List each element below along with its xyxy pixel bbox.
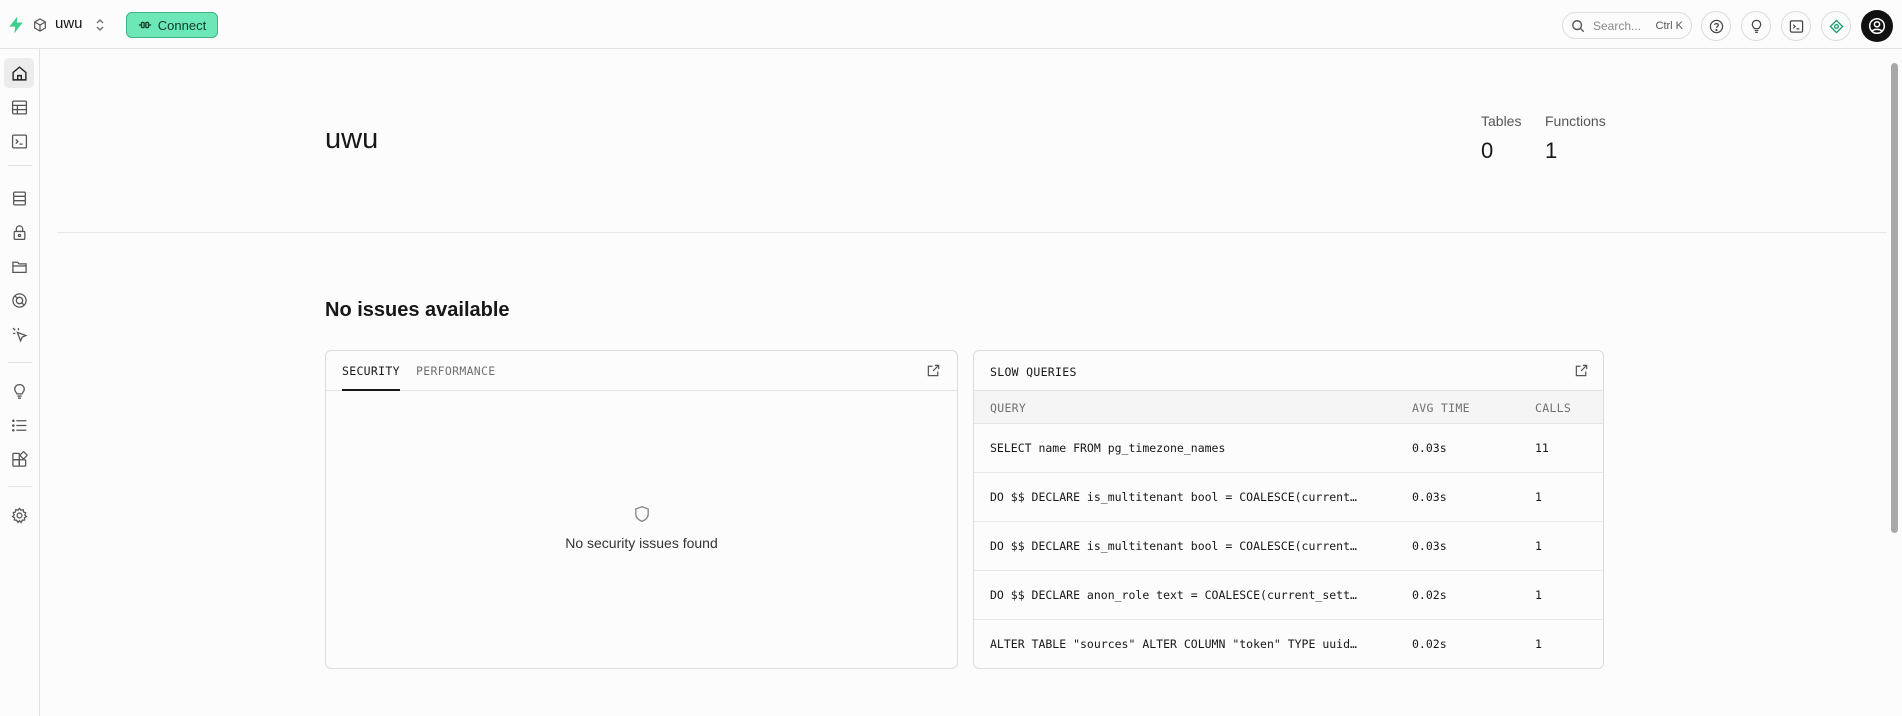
calls-cell: 1: [1535, 490, 1542, 504]
page-title: uwu: [325, 123, 379, 155]
lightbulb-icon: [1751, 19, 1761, 33]
whats-new-button[interactable]: [1741, 11, 1771, 41]
stat-functions: Functions 1: [1545, 113, 1606, 164]
slow-queries-card: SLOW QUERIES QUERY AVG TIME CALLS SELECT…: [973, 350, 1604, 669]
issues-heading: No issues available: [325, 299, 510, 321]
query-cell: SELECT name FROM pg_timezone_names: [990, 441, 1226, 455]
sidebar-item-database[interactable]: [4, 183, 34, 213]
cursor-icon: [12, 327, 28, 343]
divider: [57, 232, 1887, 233]
sidebar-item-home[interactable]: [4, 58, 34, 88]
column-header-calls: CALLS: [1535, 401, 1572, 415]
top-bar: uwu Connect Search... Ctrl K: [0, 0, 1902, 49]
terminal-icon: [1789, 19, 1803, 33]
calls-cell: 1: [1535, 637, 1542, 651]
avg-time-cell: 0.02s: [1412, 637, 1447, 651]
slow-queries-header: SLOW QUERIES: [974, 351, 1603, 391]
slow-queries-title: SLOW QUERIES: [990, 365, 1077, 379]
search-placeholder: Search...: [1593, 18, 1642, 33]
list-icon: [11, 418, 26, 432]
stat-value: 0: [1481, 138, 1494, 163]
connect-label: Connect: [157, 17, 207, 33]
stat-tables: Tables 0: [1481, 113, 1521, 164]
chevron-updown-icon[interactable]: [93, 16, 107, 34]
sidebar: [0, 49, 40, 716]
empty-message: No security issues found: [565, 535, 718, 551]
terminal-icon: [11, 133, 27, 149]
avg-time-cell: 0.03s: [1412, 441, 1447, 455]
cube-icon: [34, 18, 46, 32]
blocks-icon: [11, 450, 28, 467]
sidebar-item-sql-editor[interactable]: [4, 126, 34, 156]
avg-time-cell: 0.02s: [1412, 588, 1447, 602]
external-link-icon[interactable]: [1574, 363, 1589, 378]
stat-label: Tables: [1481, 113, 1522, 129]
calls-cell: 1: [1535, 588, 1542, 602]
search-shortcut: Ctrl K: [1655, 19, 1684, 32]
terminal-button[interactable]: [1781, 11, 1811, 41]
sidebar-item-edge-functions[interactable]: [4, 319, 34, 349]
project-name[interactable]: uwu: [55, 15, 83, 32]
connect-button[interactable]: Connect: [126, 12, 218, 38]
assistant-icon: [1828, 18, 1844, 34]
table-row[interactable]: DO $$ DECLARE anon_role text = COALESCE(…: [974, 571, 1603, 620]
user-avatar-icon: [1868, 17, 1886, 35]
active-tab-indicator: [342, 389, 400, 391]
external-link-icon[interactable]: [926, 363, 941, 378]
sidebar-item-table-editor[interactable]: [4, 92, 34, 122]
table-row[interactable]: ALTER TABLE "sources" ALTER COLUMN "toke…: [974, 620, 1603, 668]
sidebar-item-storage[interactable]: [4, 251, 34, 281]
query-cell: DO $$ DECLARE anon_role text = COALESCE(…: [990, 588, 1357, 602]
shield-icon: [634, 505, 649, 523]
main-content: uwu Tables 0 Functions 1 No issues avail…: [41, 49, 1887, 716]
assistant-button[interactable]: [1821, 11, 1851, 41]
plug-icon: [138, 21, 151, 29]
storage-icon: [11, 261, 27, 273]
home-icon: [11, 65, 27, 81]
query-cell: DO $$ DECLARE is_multitenant bool = COAL…: [990, 490, 1357, 504]
empty-state: No security issues found: [326, 505, 957, 551]
sidebar-item-advisors[interactable]: [4, 376, 34, 406]
avg-time-cell: 0.03s: [1412, 490, 1447, 504]
realtime-icon: [11, 292, 27, 308]
sidebar-item-realtime[interactable]: [4, 285, 34, 315]
help-icon: [1709, 19, 1723, 33]
vertical-scrollbar[interactable]: [1891, 63, 1898, 533]
sidebar-item-integrations[interactable]: [4, 444, 34, 474]
search-icon: [1572, 19, 1585, 32]
advisors-card: SECURITY PERFORMANCE No security issues …: [325, 350, 958, 669]
bolt-logo-icon[interactable]: [6, 15, 26, 35]
calls-cell: 1: [1535, 539, 1542, 553]
column-header-query: QUERY: [990, 401, 1027, 415]
tab-performance[interactable]: PERFORMANCE: [416, 364, 495, 378]
table-row[interactable]: DO $$ DECLARE is_multitenant bool = COAL…: [974, 473, 1603, 522]
help-button[interactable]: [1701, 11, 1731, 41]
avatar[interactable]: [1861, 10, 1893, 42]
tab-security[interactable]: SECURITY: [342, 364, 400, 378]
table-row[interactable]: DO $$ DECLARE is_multitenant bool = COAL…: [974, 522, 1603, 571]
table-header: QUERY AVG TIME CALLS: [974, 391, 1603, 424]
sidebar-item-settings[interactable]: [4, 500, 34, 530]
database-icon: [12, 190, 26, 206]
query-cell: ALTER TABLE "sources" ALTER COLUMN "toke…: [990, 637, 1357, 651]
column-header-avg-time: AVG TIME: [1412, 401, 1470, 415]
table-icon: [11, 99, 27, 115]
stat-value: 1: [1545, 138, 1558, 163]
lightbulb-icon: [13, 383, 25, 399]
table-row[interactable]: SELECT name FROM pg_timezone_names 0.03s…: [974, 424, 1603, 473]
lock-icon: [13, 224, 25, 240]
search-input[interactable]: Search... Ctrl K: [1562, 12, 1692, 39]
sidebar-item-authentication[interactable]: [4, 217, 34, 247]
calls-cell: 11: [1535, 441, 1549, 455]
stat-label: Functions: [1545, 113, 1606, 129]
avg-time-cell: 0.03s: [1412, 539, 1447, 553]
query-cell: DO $$ DECLARE is_multitenant bool = COAL…: [990, 539, 1357, 553]
sidebar-item-logs[interactable]: [4, 410, 34, 440]
advisor-tabs: SECURITY PERFORMANCE: [326, 351, 957, 391]
gear-icon: [11, 506, 27, 523]
